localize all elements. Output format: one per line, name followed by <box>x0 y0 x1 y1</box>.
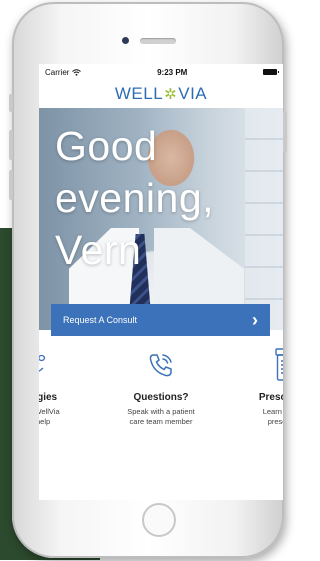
logo-text-left: WELL <box>114 84 164 103</box>
card-allergies[interactable]: Allergies n how WellVia can help <box>39 348 91 427</box>
carrier-indicator: Carrier <box>45 67 82 77</box>
card-prescriptions[interactable]: Prescriptio Learn more a prescriptio <box>230 348 283 427</box>
card-allergies-title: Allergies <box>39 392 58 403</box>
greeting-line-3: Vern <box>55 227 142 273</box>
earpiece-speaker <box>140 38 176 44</box>
volume-up-button <box>9 130 13 160</box>
logo-text-right: VIA <box>178 84 208 103</box>
front-camera <box>122 37 129 44</box>
background-shelf <box>245 108 283 330</box>
feature-cards: Allergies n how WellVia can help Questio… <box>39 330 283 480</box>
card-prescriptions-description: Learn more a prescriptio <box>262 407 283 426</box>
hero-banner: Good evening, Vern Request A Consult › <box>39 108 283 336</box>
card-allergies-description: n how WellVia can help <box>39 407 60 426</box>
phone-icon <box>106 348 216 382</box>
status-time: 9:23 PM <box>157 67 188 77</box>
card-questions-description: Speak with a patient care team member <box>127 407 195 426</box>
app-screen: Carrier 9:23 PM WELL ✲ VIA Good evening,… <box>39 64 283 500</box>
phone-frame: Carrier 9:23 PM WELL ✲ VIA Good evening,… <box>9 2 287 558</box>
card-questions[interactable]: Questions? Speak with a patient care tea… <box>106 348 216 427</box>
mute-switch <box>9 94 13 112</box>
wellvia-logo: WELL ✲ VIA <box>39 80 283 108</box>
power-button <box>283 112 287 152</box>
logo-flower-icon: ✲ <box>164 86 178 103</box>
greeting-line-1: Good <box>55 123 158 169</box>
request-consult-label: Request A Consult <box>63 315 138 325</box>
flower-icon <box>39 348 91 382</box>
volume-down-button <box>9 170 13 200</box>
status-bar: Carrier 9:23 PM <box>39 64 283 80</box>
card-questions-title: Questions? <box>133 392 189 403</box>
pill-bottle-icon <box>230 348 283 382</box>
battery-icon <box>263 69 279 75</box>
carrier-label: Carrier <box>45 67 70 77</box>
home-button[interactable] <box>142 503 176 537</box>
greeting-text: Good evening, Vern <box>55 120 214 276</box>
wifi-icon <box>72 68 82 76</box>
chevron-right-icon: › <box>252 309 258 330</box>
greeting-line-2: evening, <box>55 175 215 221</box>
card-prescriptions-title: Prescriptio <box>258 392 283 403</box>
